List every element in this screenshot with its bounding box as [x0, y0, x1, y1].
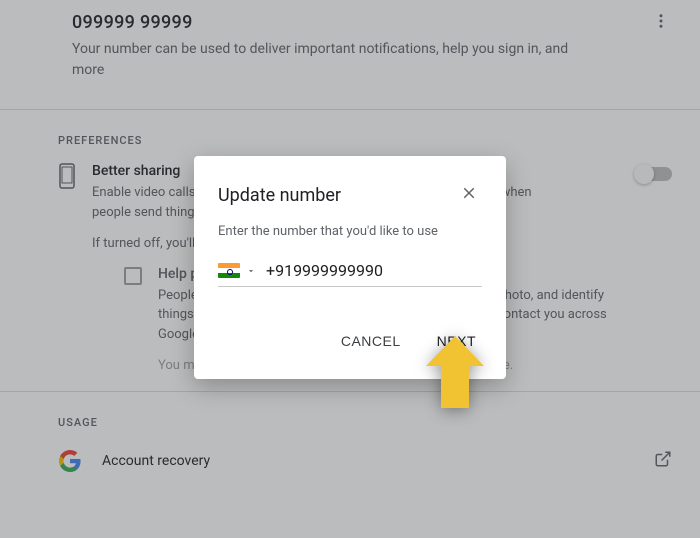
dialog-subtitle: Enter the number that you'd like to use	[218, 224, 482, 239]
dialog-title: Update number	[218, 185, 341, 206]
close-icon[interactable]	[456, 180, 482, 210]
next-button[interactable]: NEXT	[431, 327, 482, 355]
chevron-down-icon	[246, 261, 256, 280]
cancel-button[interactable]: CANCEL	[335, 327, 407, 355]
country-selector[interactable]	[218, 261, 256, 280]
india-flag-icon	[218, 263, 240, 278]
dialog-scrim: Update number Enter the number that you'…	[0, 0, 700, 538]
phone-input[interactable]	[266, 261, 482, 280]
update-number-dialog: Update number Enter the number that you'…	[194, 156, 506, 379]
